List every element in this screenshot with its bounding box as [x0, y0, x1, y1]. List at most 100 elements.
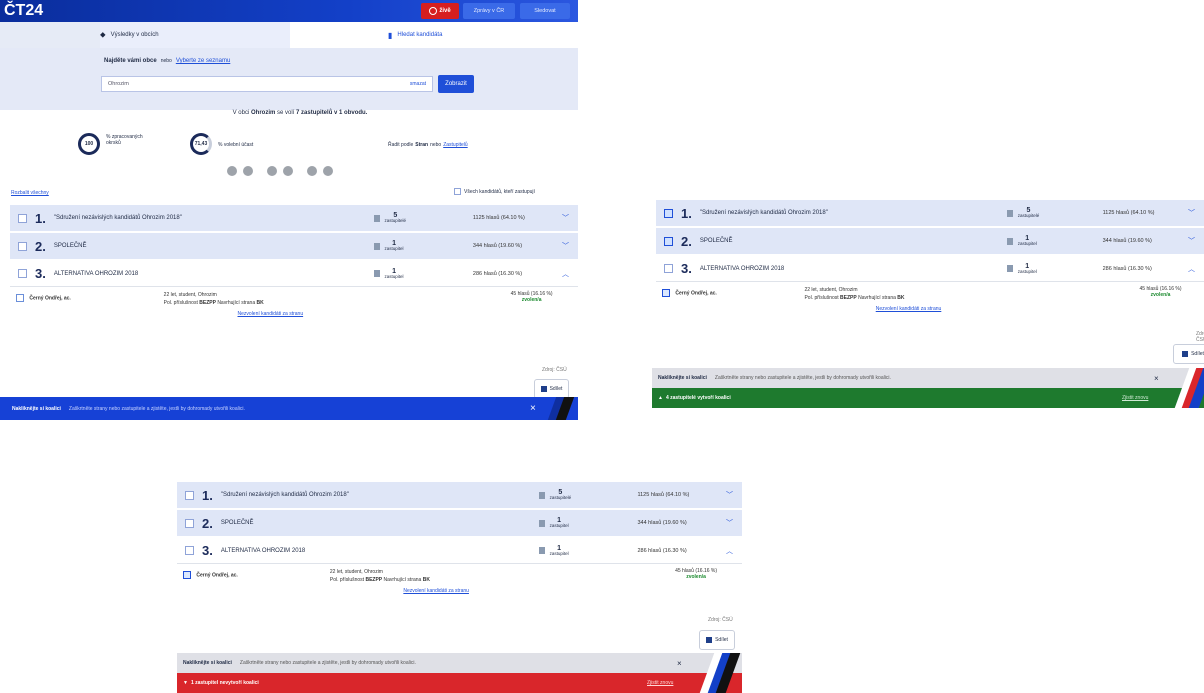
- candidate-details: 22 let, student, Ohrozim: [329, 569, 383, 575]
- party-checkbox[interactable]: [18, 241, 27, 251]
- coalition-title: Nakliknějte si koalici: [658, 375, 707, 381]
- party-name: "Sdružení nezávislých kandidátů Ohrozim …: [220, 492, 349, 498]
- municipality-search-input[interactable]: Ohrozim smazat: [101, 76, 433, 92]
- show-button[interactable]: Zobrazit: [438, 75, 474, 93]
- party-row[interactable]: 3. ALTERNATIVA OHROZIM 2018 1 zastupitel…: [10, 261, 578, 287]
- candidate-checkbox[interactable]: [183, 571, 191, 579]
- facebook-icon: [706, 637, 713, 643]
- show-candidates-toggle[interactable]: Všech kandidátů, kteří zastupují: [454, 188, 535, 195]
- party-row[interactable]: 3. ALTERNATIVA OHROZIM 2018 1 zastupitel…: [656, 256, 1204, 282]
- building-icon: [373, 270, 380, 277]
- party-checkbox[interactable]: [664, 208, 673, 218]
- chevron-up-icon[interactable]: ︿: [726, 546, 733, 556]
- party-row[interactable]: 3. ALTERNATIVA OHROZIM 2018 1 zastupitel…: [177, 538, 742, 564]
- close-icon[interactable]: ×: [530, 403, 536, 414]
- sort-label: Řadit podle: [388, 142, 414, 148]
- news-button[interactable]: Zprávy v ČR: [463, 3, 515, 19]
- building-icon: [373, 242, 380, 250]
- share-label: Sdílet: [549, 386, 563, 392]
- party-name: ALTERNATIVA OHROZIM 2018: [699, 265, 785, 272]
- building-icon: [1006, 265, 1013, 272]
- summary-end: v 1 obvodu.: [334, 110, 368, 116]
- source-label: Zdroj: ČSÚ: [708, 617, 733, 623]
- candidate-status: zvolen/a: [686, 574, 706, 580]
- chevron-down-icon[interactable]: ﹀: [726, 490, 733, 500]
- party-number: 1.: [35, 210, 46, 226]
- checkbox[interactable]: [454, 188, 461, 195]
- affiliation-value: BEZPP: [199, 300, 216, 306]
- candidate-label[interactable]: Černý Ondřej, ac.: [183, 571, 238, 579]
- processed-districts-gauge: 100: [78, 133, 100, 155]
- chevron-down-icon[interactable]: ﹀: [726, 518, 733, 528]
- unelected-candidates-link[interactable]: Nezvolení kandidáti za stranu: [876, 306, 942, 312]
- chevron-up-icon[interactable]: ︿: [562, 269, 569, 279]
- party-checkbox[interactable]: [18, 213, 27, 223]
- chevron-up-icon[interactable]: ︿: [1188, 264, 1195, 274]
- close-icon[interactable]: ×: [677, 659, 682, 668]
- seat-dot: [243, 166, 253, 176]
- clear-search-link[interactable]: smazat: [410, 81, 426, 87]
- party-checkbox[interactable]: [664, 236, 673, 246]
- party-seats: 1 zastupitel: [538, 545, 569, 556]
- seats-label: zastupitel: [1017, 268, 1037, 274]
- candidate-label[interactable]: Černý Ondřej, ac.: [16, 294, 71, 302]
- processed-districts-label: % zpracovaných okrsků: [106, 134, 143, 146]
- sort-parties[interactable]: Stran: [415, 142, 428, 148]
- sort-or: nebo: [430, 142, 442, 148]
- close-icon[interactable]: ×: [1154, 374, 1159, 383]
- sort-representatives[interactable]: Zastupitelů: [443, 142, 467, 148]
- person-search-icon: ▮: [388, 30, 393, 40]
- party-row[interactable]: 1. "Sdružení nezávislých kandidátů Ohroz…: [10, 205, 578, 231]
- seat-dot: [267, 166, 277, 176]
- candidate-details: 22 let, student, Ohrozim: [163, 292, 217, 298]
- party-checkbox[interactable]: [185, 518, 194, 528]
- party-seats: 1 zastupitel: [1006, 235, 1037, 246]
- candidate-details: 22 let, student, Ohrozim: [804, 287, 858, 293]
- seats-label: zastupitelé: [1017, 213, 1040, 218]
- live-label: živě: [439, 8, 451, 14]
- coalition-fail-text: 1 zastupitel nevytvoří koalici: [190, 680, 259, 686]
- party-row[interactable]: 2. SPOLEČNĚ 1 zastupitel 344 hlasů (19.6…: [177, 510, 742, 536]
- candidate-votes: 45 hlasů (16.16 %) zvolen/a: [666, 568, 726, 580]
- affiliation-value: BEZPP: [365, 577, 383, 583]
- party-seats: 5 zastupitelé: [538, 489, 571, 500]
- live-button[interactable]: živě: [421, 3, 459, 19]
- source-label: Zdroj: ČSÚ: [542, 367, 567, 373]
- party-checkbox[interactable]: [185, 546, 194, 555]
- party-number: 2.: [681, 233, 692, 249]
- search-heading: Najděte vámi obce: [104, 58, 157, 64]
- tab-label: Hledat kandidáta: [397, 32, 443, 38]
- expand-all-link[interactable]: Rozbalit všechny: [11, 190, 49, 196]
- candidate-name: Černý Ondřej, ac.: [29, 295, 71, 302]
- party-row[interactable]: 2. SPOLEČNĚ 1 zastupitel 344 hlasů (19.6…: [656, 228, 1204, 254]
- candidate-label[interactable]: Černý Ondřej, ac.: [662, 289, 717, 297]
- chevron-down-icon[interactable]: ﹀: [1188, 208, 1195, 218]
- candidate-checkbox[interactable]: [662, 289, 670, 297]
- party-row[interactable]: 1. "Sdružení nezávislých kandidátů Ohroz…: [177, 482, 742, 508]
- watch-button[interactable]: Sledovat: [520, 3, 570, 19]
- choose-from-list-link[interactable]: Vyberte ze seznamu: [176, 58, 230, 64]
- party-votes: 344 hlasů (19.60 %): [1102, 238, 1152, 244]
- candidate-votes: 45 hlasů (16.16 %) zvolen/a: [502, 291, 562, 303]
- party-row[interactable]: 2. SPOLEČNĚ 1 zastupitel 344 hlasů (19.6…: [10, 233, 578, 259]
- party-checkbox[interactable]: [664, 264, 673, 273]
- candidate-checkbox[interactable]: [16, 294, 24, 302]
- tab-candidate-search[interactable]: ▮ Hledat kandidáta: [290, 22, 578, 48]
- share-button[interactable]: Sdílet: [1173, 344, 1204, 364]
- share-button[interactable]: Sdílet: [534, 379, 569, 399]
- retry-link[interactable]: Zjistit znovu: [647, 680, 673, 686]
- chevron-down-icon[interactable]: ﹀: [562, 213, 569, 223]
- unelected-candidates-link[interactable]: Nezvolení kandidáti za stranu: [403, 588, 469, 594]
- retry-link[interactable]: Zjistit znovu: [1122, 395, 1148, 401]
- party-checkbox[interactable]: [18, 269, 27, 278]
- share-button[interactable]: Sdílet: [699, 630, 735, 650]
- tab-municipality-results[interactable]: ⬥ Výsledky v obcích: [100, 22, 290, 48]
- share-label: Sdílet: [715, 637, 728, 643]
- party-checkbox[interactable]: [185, 490, 194, 500]
- chevron-down-icon[interactable]: ﹀: [562, 241, 569, 251]
- ct24-logo[interactable]: ČT24: [4, 2, 43, 20]
- party-row[interactable]: 1. "Sdružení nezávislých kandidátů Ohroz…: [656, 200, 1204, 226]
- unelected-candidates-link[interactable]: Nezvolení kandidáti za stranu: [238, 311, 304, 317]
- party-seats: 1 zastupitel: [373, 268, 404, 279]
- chevron-down-icon[interactable]: ﹀: [1188, 236, 1195, 246]
